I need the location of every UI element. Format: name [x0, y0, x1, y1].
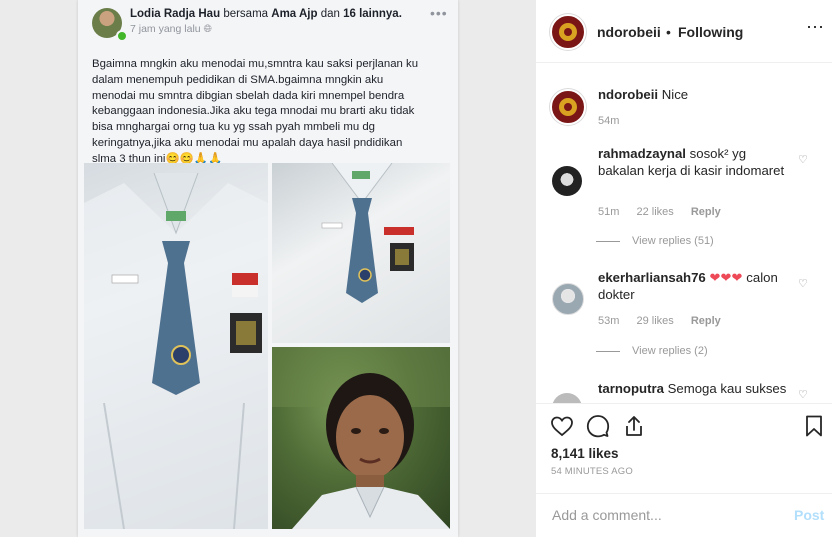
facebook-post-screenshot: Lodia Radja Hau bersama Ama Ajp dan 16 l… — [78, 0, 458, 537]
avatar[interactable] — [550, 14, 586, 50]
fb-tagged-name: Ama Ajp — [271, 8, 318, 20]
comment-avatar[interactable] — [552, 393, 582, 403]
student-portrait-photo — [272, 347, 450, 529]
bookmark-icon[interactable] — [802, 414, 826, 438]
post-photo[interactable]: Lodia Radja Hau bersama Ama Ajp dan 16 l… — [0, 0, 536, 537]
view-replies-text: View replies (51) — [632, 235, 714, 247]
caption: ndorobeii Nice — [598, 86, 808, 103]
post-header: ndorobeii • Following ⋯ — [536, 0, 832, 63]
comment-text: Semoga kau sukses — [667, 381, 787, 396]
comment-likes[interactable]: 29 likes — [636, 315, 673, 327]
comment-likes[interactable]: 22 likes — [636, 206, 673, 218]
comment-like-heart-icon[interactable]: ♡ — [798, 277, 808, 290]
online-indicator-icon — [116, 30, 128, 42]
fb-post-time: 7 jam yang lalu 🌐︎ — [130, 23, 212, 36]
fb-with-text: bersama — [223, 8, 269, 20]
heart-icon[interactable] — [550, 414, 574, 438]
avatar-emblem-center — [564, 28, 572, 36]
comments-list[interactable]: ndorobeii Nice 54m rahmadzaynal sosok² y… — [536, 63, 832, 403]
fb-and-text: dan — [320, 8, 340, 20]
comment-meta: 51m 22 likes Reply — [598, 206, 735, 218]
likes-count[interactable]: 8,141 likes — [551, 446, 619, 461]
post-button[interactable]: Post — [794, 507, 824, 523]
reply-button[interactable]: Reply — [691, 206, 721, 218]
comment-item: tarnoputra Semoga kau sukses — [598, 380, 788, 397]
caption-username[interactable]: ndorobeii — [598, 87, 658, 102]
fb-post-body: Bgaimna mngkin aku menodai mu,smntra kau… — [92, 58, 419, 165]
caption-time: 54m — [598, 115, 633, 127]
comment-hearts: ❤❤❤ — [709, 270, 743, 285]
header-separator: • — [666, 24, 671, 40]
comment-icon[interactable] — [586, 414, 610, 438]
comment-item: rahmadzaynal sosok² yg bakalan kerja di … — [598, 145, 788, 179]
more-horizontal-icon[interactable]: ⋯ — [806, 17, 824, 38]
fb-post-header: Lodia Radja Hau bersama Ama Ajp dan 16 l… — [130, 8, 402, 20]
comment-item: ekerharliansah76 ❤❤❤ calon dokter — [598, 269, 788, 303]
uniform-photo-1 — [84, 163, 268, 529]
view-replies-button[interactable]: View replies (2) — [596, 345, 708, 357]
caption-text: Nice — [661, 87, 689, 102]
view-replies-text: View replies (2) — [632, 345, 708, 357]
fb-time-text: 7 jam yang lalu — [130, 23, 201, 35]
post-time: 54 MINUTES AGO — [551, 466, 633, 477]
replies-line — [596, 240, 620, 242]
reply-button[interactable]: Reply — [691, 315, 721, 327]
fb-more-icon: ••• — [430, 5, 448, 21]
comment-username[interactable]: ekerharliansah76 — [598, 270, 706, 285]
header-username[interactable]: ndorobeii — [597, 24, 661, 40]
fb-author-name: Lodia Radja Hau — [130, 8, 221, 20]
caption-time-text: 54m — [598, 115, 620, 127]
globe-icon: 🌐︎ — [203, 23, 212, 35]
replies-line — [596, 350, 620, 352]
comment-meta: 53m 29 likes Reply — [598, 315, 735, 327]
comment-username[interactable]: tarnoputra — [598, 381, 664, 396]
comment-time: 51m — [598, 206, 620, 218]
fb-others: 16 lainnya. — [343, 8, 402, 20]
view-replies-button[interactable]: View replies (51) — [596, 235, 714, 247]
comment-username[interactable]: rahmadzaynal — [598, 146, 686, 161]
comment-time: 53m — [598, 315, 620, 327]
following-button[interactable]: Following — [678, 24, 743, 40]
post-actions: 8,141 likes 54 MINUTES AGO Post — [536, 403, 832, 538]
comment-like-heart-icon[interactable]: ♡ — [798, 388, 808, 401]
comment-input[interactable] — [550, 506, 774, 524]
uniform-photo-2 — [272, 163, 450, 343]
comment-like-heart-icon[interactable]: ♡ — [798, 153, 808, 166]
comment-avatar[interactable] — [552, 283, 584, 315]
caption-avatar[interactable] — [550, 89, 586, 125]
comment-avatar[interactable] — [552, 166, 582, 196]
share-icon[interactable] — [622, 414, 646, 438]
add-comment-bar: Post — [536, 493, 832, 539]
avatar-emblem-center — [564, 103, 572, 111]
